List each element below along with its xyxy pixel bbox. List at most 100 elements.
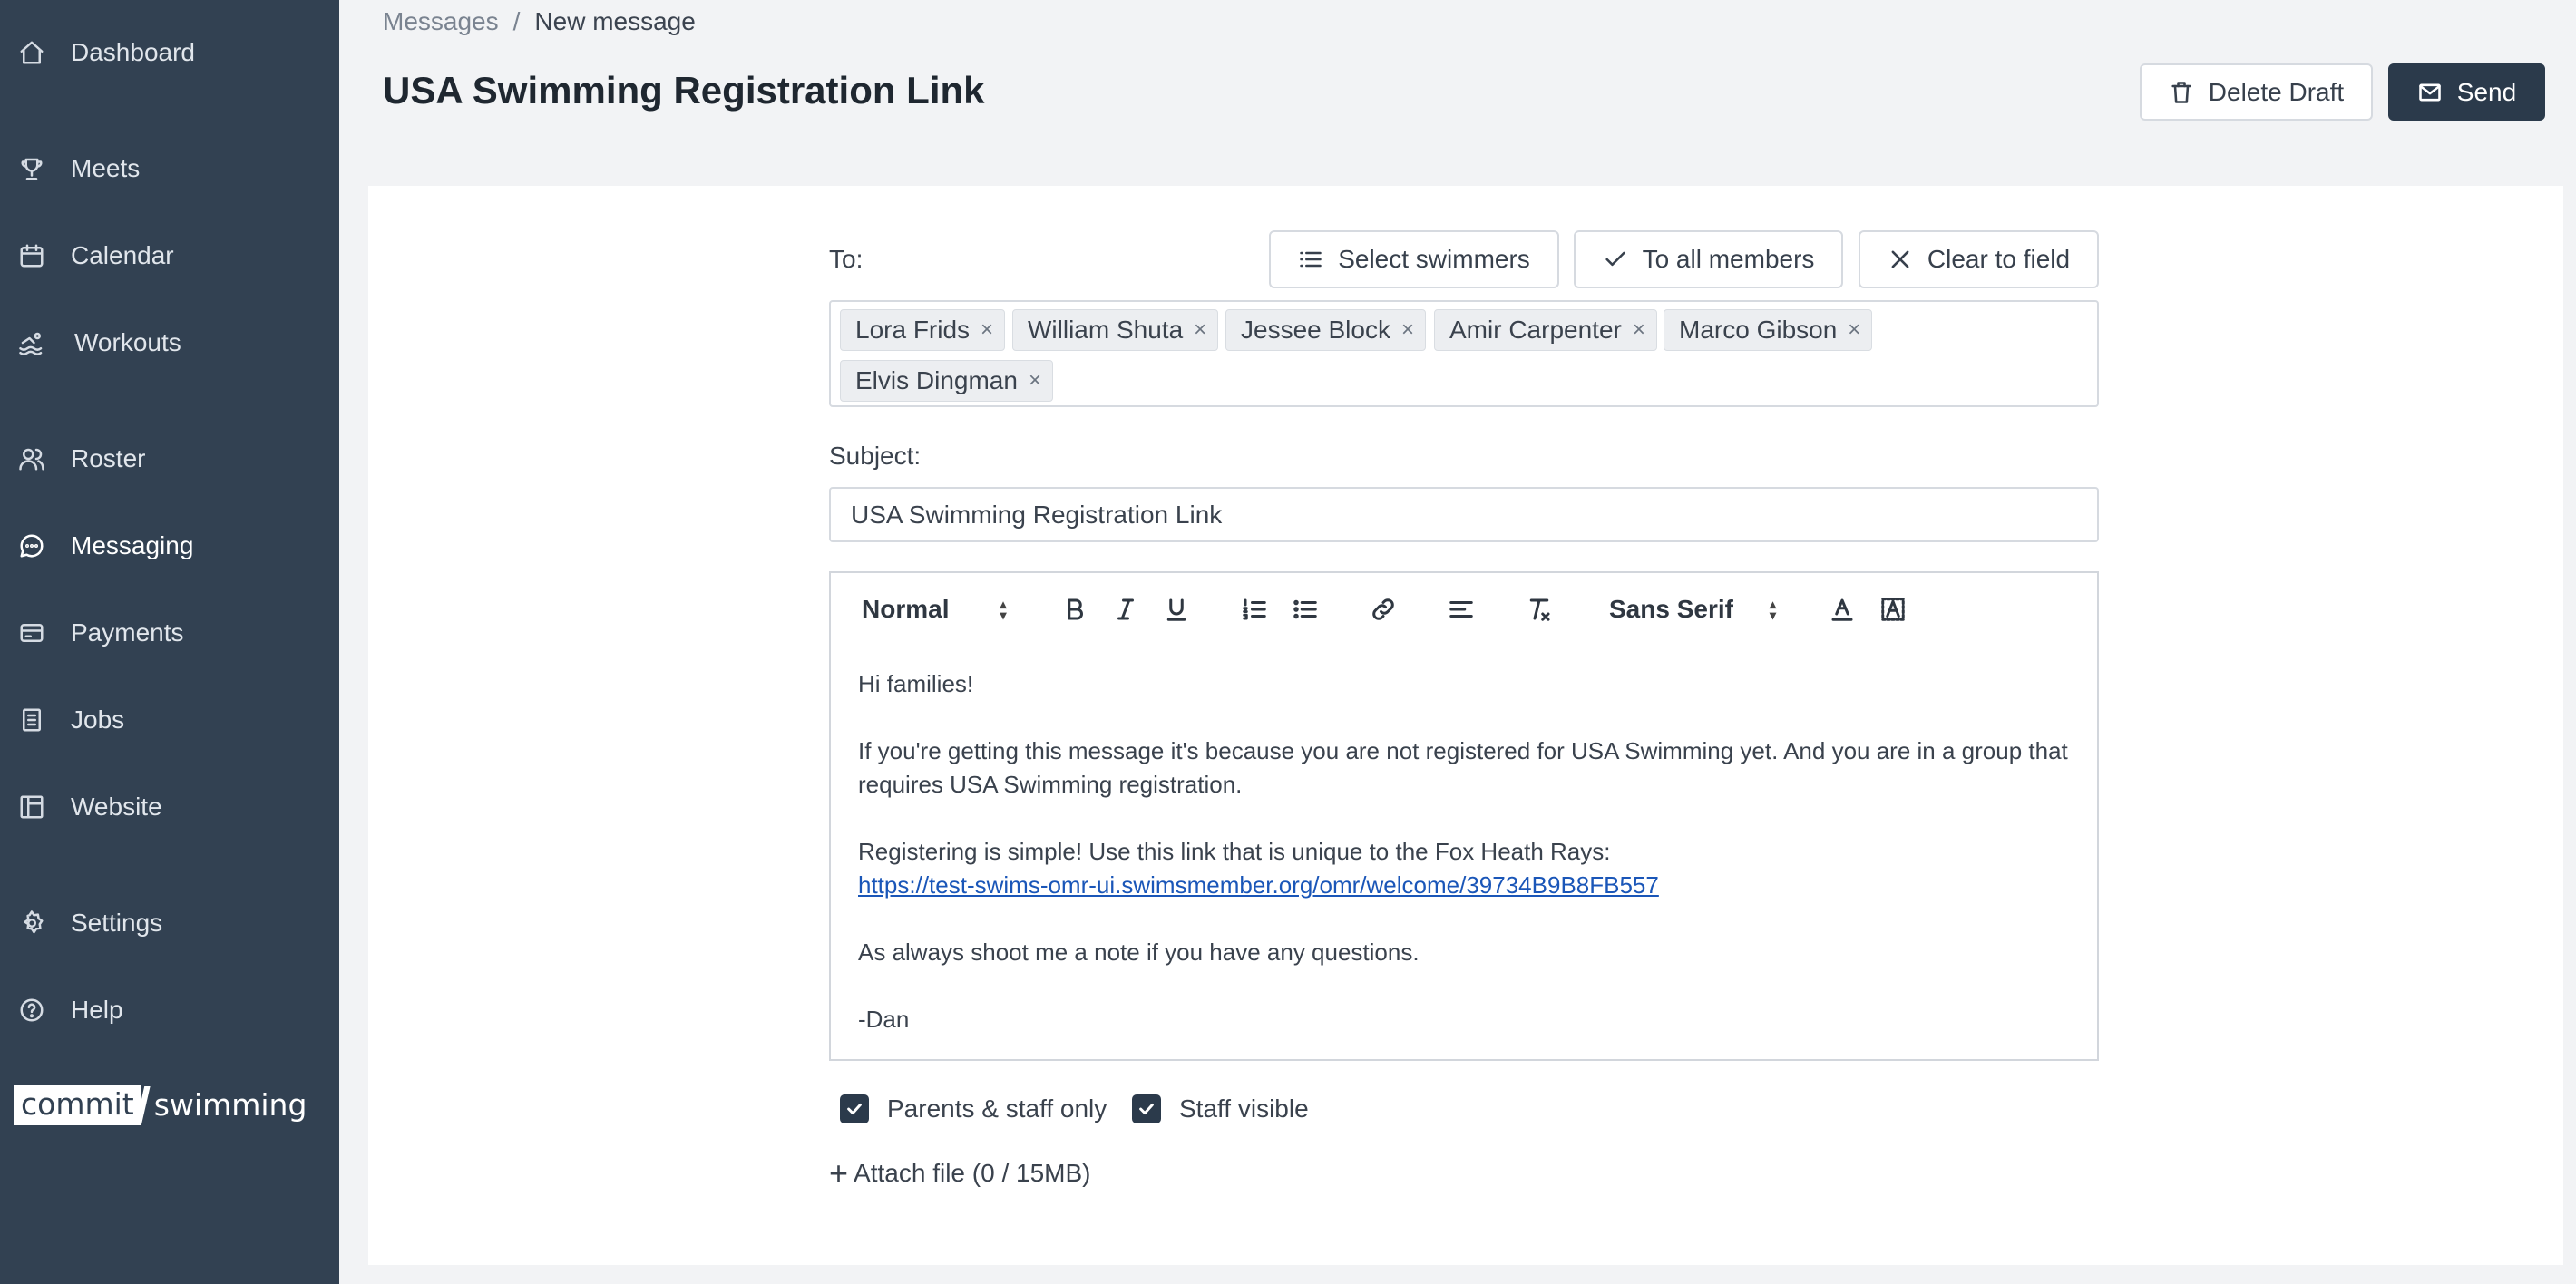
recipient-tag: Marco Gibson × <box>1664 309 1873 351</box>
logo-text-commit: commit <box>14 1085 141 1125</box>
sidebar-item-label: Roster <box>71 444 146 472</box>
sidebar: Dashboard Meets Calendar Workouts Roster… <box>0 0 339 1284</box>
logo-text-swimming: swimming <box>153 1087 307 1123</box>
sidebar-item-website[interactable]: Website <box>0 778 339 836</box>
staff-visible-checkbox[interactable]: Staff visible <box>1132 1094 1309 1124</box>
to-all-members-label: To all members <box>1642 245 1815 273</box>
send-button[interactable]: Send <box>2388 63 2545 121</box>
recipient-name: William Shuta <box>1028 316 1184 344</box>
registration-link[interactable]: https://test-swims-omr-ui.swimsmember.or… <box>858 871 1659 899</box>
recipient-tag: Elvis Dingman × <box>840 360 1053 402</box>
sidebar-item-payments[interactable]: Payments <box>0 604 339 662</box>
bullet-list-icon <box>1293 599 1317 619</box>
remove-recipient-icon[interactable]: × <box>1633 317 1645 343</box>
link-icon <box>1372 598 1394 620</box>
send-label: Send <box>2456 77 2517 106</box>
sidebar-item-roster[interactable]: Roster <box>0 430 339 488</box>
breadcrumb-current: New message <box>534 7 696 35</box>
background-color-button[interactable] <box>1879 573 1907 646</box>
breadcrumb: Messages / New message <box>383 7 696 36</box>
close-icon <box>1891 250 1909 268</box>
ordered-list-button[interactable] <box>1241 573 1268 646</box>
sidebar-item-jobs[interactable]: Jobs <box>0 691 339 749</box>
people-icon <box>16 443 47 474</box>
swimmer-icon <box>16 327 47 358</box>
text-color-button[interactable] <box>1829 573 1856 646</box>
sidebar-item-messaging[interactable]: Messaging <box>0 517 339 575</box>
sidebar-item-label: Jobs <box>71 705 125 734</box>
recipient-name: Marco Gibson <box>1679 316 1838 344</box>
ordered-list-icon <box>1243 598 1266 620</box>
updown-chevron-icon: ▴ ▾ <box>1000 597 1007 622</box>
check-icon <box>1605 251 1625 267</box>
breadcrumb-parent-link[interactable]: Messages <box>383 7 499 35</box>
format-select-value: Normal <box>862 595 950 623</box>
breadcrumb-separator: / <box>512 7 521 35</box>
to-all-members-button[interactable]: To all members <box>1574 230 1843 288</box>
plus-icon: + <box>829 1154 849 1192</box>
help-circle-icon <box>16 995 47 1026</box>
bold-button[interactable] <box>1061 573 1088 646</box>
page-title: USA Swimming Registration Link <box>383 69 985 112</box>
font-select[interactable]: Sans Serif ▴ ▾ <box>1609 573 1776 646</box>
sidebar-item-dashboard[interactable]: Dashboard <box>0 24 339 82</box>
body-paragraph: As always shoot me a note if you have an… <box>858 939 1420 966</box>
sidebar-item-help[interactable]: Help <box>0 981 339 1039</box>
delete-draft-label: Delete Draft <box>2208 77 2345 106</box>
sidebar-item-workouts[interactable]: Workouts <box>0 314 339 372</box>
recipient-tag: William Shuta × <box>1012 309 1219 351</box>
align-button[interactable] <box>1448 573 1475 646</box>
message-body-editor[interactable]: Hi families! If you're getting this mess… <box>829 646 2099 1061</box>
trophy-icon <box>16 153 47 184</box>
clear-to-field-button[interactable]: Clear to field <box>1859 230 2099 288</box>
sidebar-item-label: Workouts <box>74 328 181 356</box>
clear-to-field-label: Clear to field <box>1927 245 2071 273</box>
underline-icon <box>1166 598 1186 621</box>
italic-button[interactable] <box>1112 573 1139 646</box>
recipient-tag: Amir Carpenter × <box>1434 309 1657 351</box>
calendar-icon <box>16 240 47 271</box>
body-paragraph-text: Registering is simple! Use this link tha… <box>858 838 1611 865</box>
credit-card-icon <box>16 618 47 648</box>
subject-label: Subject: <box>829 442 922 470</box>
trash-icon <box>2171 81 2191 103</box>
recipient-name: Jessee Block <box>1241 316 1390 344</box>
updown-chevron-icon: ▴ ▾ <box>1769 597 1776 622</box>
attach-file-button[interactable]: + Attach file (0 / 15MB) <box>829 1154 1091 1192</box>
sidebar-item-label: Calendar <box>71 241 174 269</box>
sidebar-item-label: Website <box>71 793 162 821</box>
sidebar-item-label: Messaging <box>71 531 194 559</box>
format-select[interactable]: Normal ▴ ▾ <box>862 573 1007 646</box>
body-greeting: Hi families! <box>858 670 974 697</box>
parents-staff-only-checkbox[interactable]: Parents & staff only <box>840 1094 1107 1124</box>
sidebar-item-settings[interactable]: Settings <box>0 894 339 952</box>
bullet-list-button[interactable] <box>1292 573 1319 646</box>
staff-visible-label: Staff visible <box>1179 1094 1309 1123</box>
body-paragraph: Registering is simple! Use this link tha… <box>858 835 2070 902</box>
clear-format-button[interactable] <box>1526 573 1553 646</box>
remove-recipient-icon[interactable]: × <box>981 317 993 343</box>
remove-recipient-icon[interactable]: × <box>1194 317 1206 343</box>
underline-button[interactable] <box>1163 573 1190 646</box>
attach-file-label: Attach file (0 / 15MB) <box>854 1159 1091 1187</box>
clipboard-icon <box>16 705 47 735</box>
sidebar-item-label: Dashboard <box>71 38 195 66</box>
recipient-tag: Lora Frids × <box>840 309 1006 351</box>
remove-recipient-icon[interactable]: × <box>1401 317 1414 343</box>
home-icon <box>16 37 47 68</box>
gear-icon <box>16 908 47 939</box>
select-swimmers-button[interactable]: Select swimmers <box>1269 230 1559 288</box>
body-signature: -Dan <box>858 1006 910 1033</box>
recipients-field[interactable]: Lora Frids × William Shuta × Jessee Block ×… <box>829 300 2099 407</box>
subject-input[interactable]: USA Swimming Registration Link <box>829 487 2099 542</box>
recipient-tag: Jessee Block × <box>1225 309 1426 351</box>
remove-recipient-icon[interactable]: × <box>1029 368 1041 394</box>
parents-staff-only-label: Parents & staff only <box>887 1094 1107 1123</box>
delete-draft-button[interactable]: Delete Draft <box>2140 63 2373 121</box>
sidebar-item-calendar[interactable]: Calendar <box>0 227 339 285</box>
recipient-name: Elvis Dingman <box>855 366 1018 394</box>
remove-recipient-icon[interactable]: × <box>1848 317 1860 343</box>
font-select-value: Sans Serif <box>1609 595 1733 623</box>
link-button[interactable] <box>1370 573 1397 646</box>
sidebar-item-meets[interactable]: Meets <box>0 140 339 198</box>
